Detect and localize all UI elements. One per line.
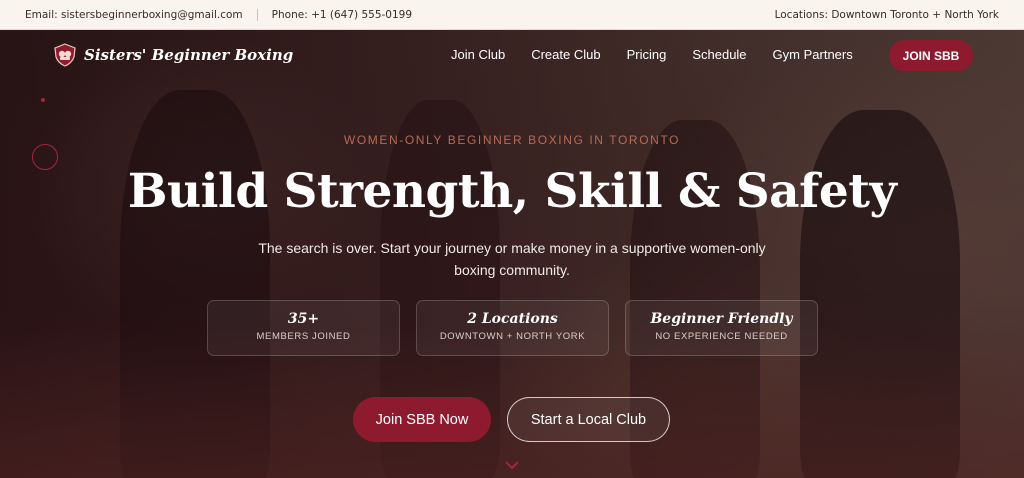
top-info-bar: Email: sistersbeginnerboxing@gmail.com P…	[0, 0, 1024, 30]
hero-subtext: The search is over. Start your journey o…	[258, 240, 766, 278]
contact-phone[interactable]: Phone: +1 (647) 555-0199	[272, 9, 412, 21]
start-local-club-button[interactable]: Start a Local Club	[507, 397, 670, 442]
stat-card-beginner: Beginner Friendly NO EXPERIENCE NEEDED	[625, 300, 818, 356]
nav-link-create-club[interactable]: Create Club	[531, 47, 600, 62]
brand-name: Sisters' Beginner Boxing	[84, 46, 294, 64]
stat-value: 35+	[287, 311, 320, 327]
stat-card-locations: 2 Locations DOWNTOWN + NORTH YORK	[416, 300, 609, 356]
stat-label: NO EXPERIENCE NEEDED	[655, 331, 788, 342]
brand-logo-link[interactable]: Sisters' Beginner Boxing	[52, 42, 293, 68]
topbar-divider	[256, 8, 258, 21]
stat-value: Beginner Friendly	[650, 311, 793, 327]
join-sbb-nav-button[interactable]: JOIN SBB	[889, 40, 973, 71]
main-navigation: Sisters' Beginner Boxing Join Club Creat…	[0, 30, 1024, 82]
stat-label: DOWNTOWN + NORTH YORK	[439, 331, 586, 342]
stats-row: 35+ MEMBERS JOINED 2 Locations DOWNTOWN …	[207, 300, 818, 356]
nav-links: Join Club Create Club Pricing Schedule G…	[451, 47, 853, 62]
hero-section: Sisters' Beginner Boxing Join Club Creat…	[0, 30, 1024, 478]
hero-headline: Build Strength, Skill & Safety	[127, 164, 897, 219]
stat-label: MEMBERS JOINED	[256, 331, 351, 342]
chevron-down-icon[interactable]	[504, 459, 520, 471]
stat-value: 2 Locations	[467, 311, 558, 327]
hero-eyebrow: WOMEN-ONLY BEGINNER BOXING IN TORONTO	[343, 133, 681, 147]
join-sbb-now-button[interactable]: Join SBB Now	[353, 397, 491, 442]
nav-link-pricing[interactable]: Pricing	[627, 47, 667, 62]
nav-link-gym-partners[interactable]: Gym Partners	[773, 47, 853, 62]
stat-card-members: 35+ MEMBERS JOINED	[207, 300, 400, 356]
decorative-dot	[41, 98, 45, 102]
boxing-glove-shield-icon	[54, 43, 76, 67]
contact-email[interactable]: Email: sistersbeginnerboxing@gmail.com	[25, 9, 243, 21]
nav-link-schedule[interactable]: Schedule	[692, 47, 746, 62]
locations-text: Locations: Downtown Toronto + North York	[774, 8, 999, 21]
nav-link-join-club[interactable]: Join Club	[451, 47, 505, 62]
